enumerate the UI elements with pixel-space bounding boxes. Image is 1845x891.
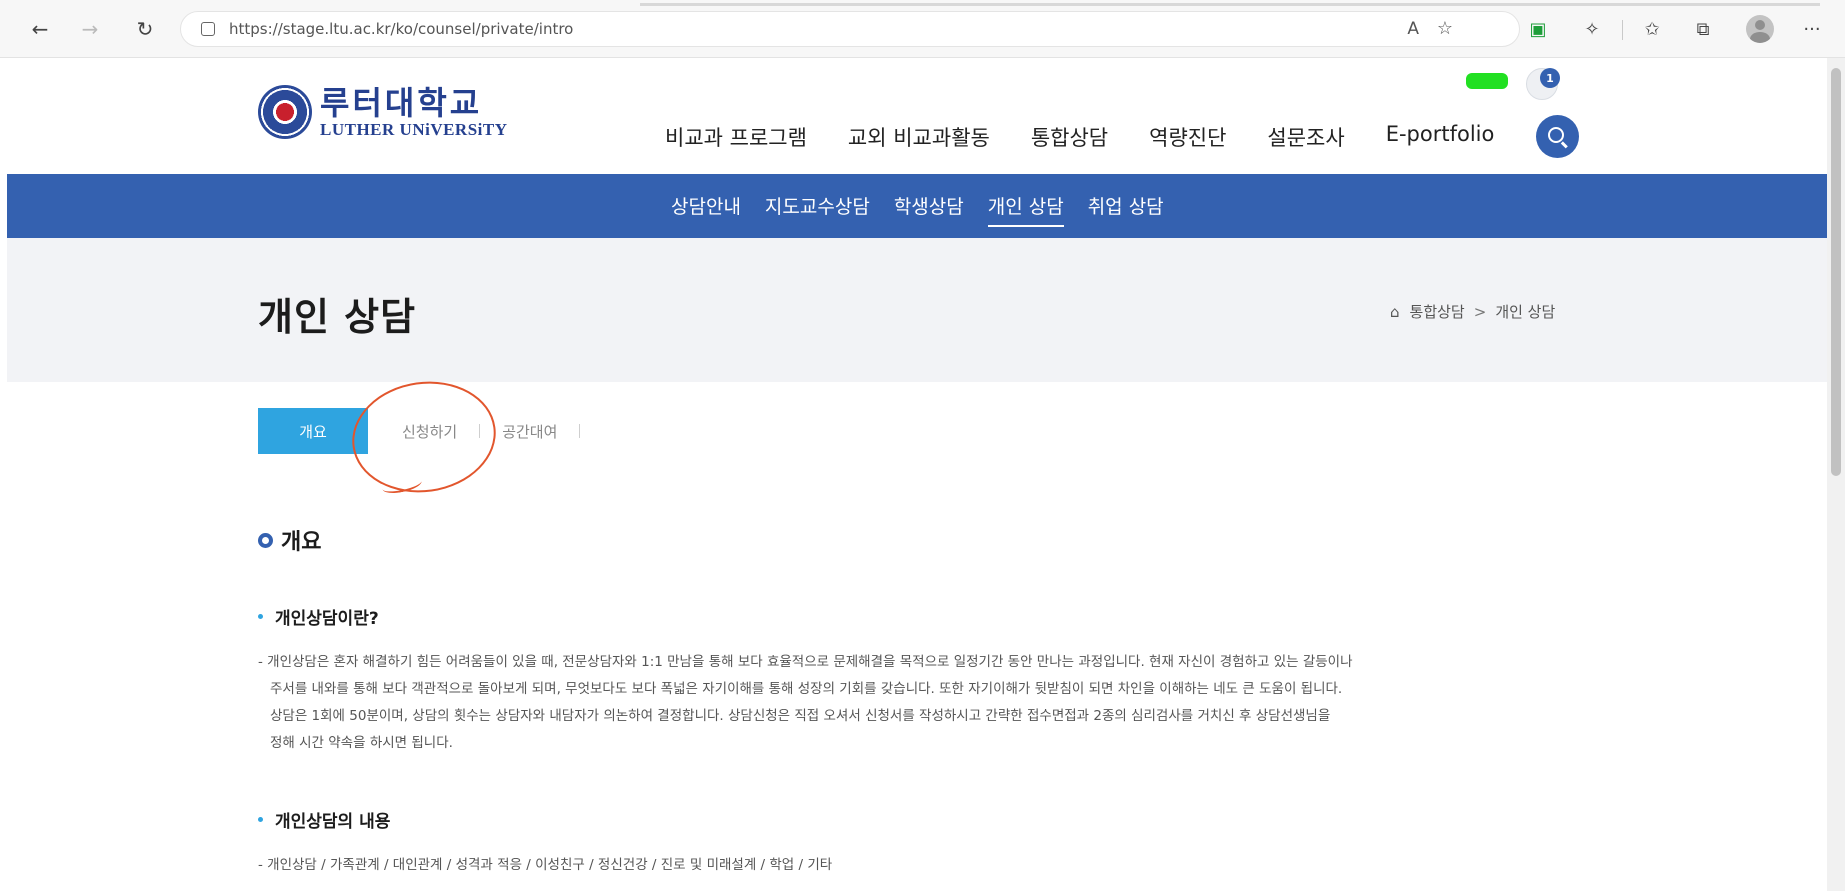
favorites-icon[interactable]: ✩ bbox=[1637, 14, 1667, 44]
gnb-item-counseling[interactable]: 통합상담 bbox=[1031, 122, 1108, 152]
subheading-what-is: 개인상담이란? bbox=[258, 604, 379, 629]
notification-badge[interactable]: 1 bbox=[1540, 68, 1560, 88]
toolbar-divider bbox=[1622, 20, 1623, 40]
paragraph-line: 정해 시간 약속을 하시면 됩니다. bbox=[270, 735, 453, 751]
search-icon bbox=[1548, 127, 1564, 143]
collections-icon[interactable]: ⧉ bbox=[1688, 14, 1718, 44]
back-arrow-icon[interactable]: ← bbox=[24, 13, 56, 45]
paragraph-line: 주서를 내와를 통해 보다 객관적으로 돌아보게 되며, 무엇보다도 보다 폭넓… bbox=[270, 681, 1343, 697]
address-bar[interactable]: https://stage.ltu.ac.kr/ko/counsel/priva… bbox=[180, 11, 1520, 47]
subnav-item-guide[interactable]: 상담안내 bbox=[671, 192, 741, 227]
section-title: 개요 bbox=[258, 524, 321, 556]
site-logo[interactable]: 루터대학교 LUTHER UNiVERSiTY bbox=[258, 85, 508, 139]
breadcrumb-item-personal[interactable]: 개인 상담 bbox=[1495, 301, 1555, 322]
breadcrumb-item-counseling[interactable]: 통합상담 bbox=[1410, 301, 1465, 322]
university-seal-icon bbox=[258, 85, 312, 139]
tab-strip bbox=[640, 3, 1820, 6]
subheading-what-is-text: 개인상담이란? bbox=[275, 609, 379, 629]
breadcrumb: ⌂ 통합상담 > 개인 상담 bbox=[1390, 301, 1555, 322]
page-scrollbar[interactable] bbox=[1827, 58, 1845, 891]
subnav-item-career[interactable]: 취업 상담 bbox=[1088, 192, 1164, 227]
more-icon[interactable]: ··· bbox=[1797, 14, 1827, 44]
subnav-item-student[interactable]: 학생상담 bbox=[894, 192, 964, 227]
annotation-circle-tail bbox=[380, 473, 424, 497]
section-title-text: 개요 bbox=[281, 530, 322, 555]
sub-navigation: 상담안내 지도교수상담 학생상담 개인 상담 취업 상담 bbox=[671, 192, 1188, 227]
bullet-dot-icon bbox=[258, 817, 263, 822]
tab-divider bbox=[579, 424, 581, 438]
gnb-item-survey[interactable]: 설문조사 bbox=[1267, 122, 1344, 152]
sub-navigation-bar: 상담안내 지도교수상담 학생상담 개인 상담 취업 상담 bbox=[7, 174, 1827, 238]
subnav-item-advisor[interactable]: 지도교수상담 bbox=[765, 192, 870, 227]
logo-text: 루터대학교 LUTHER UNiVERSiTY bbox=[320, 87, 508, 138]
gnb-item-eportfolio[interactable]: E-portfolio bbox=[1386, 122, 1495, 152]
address-bar-url[interactable]: https://stage.ltu.ac.kr/ko/counsel/priva… bbox=[229, 20, 573, 38]
extension-icon[interactable]: ▣ bbox=[1523, 14, 1553, 44]
subheading-contents-text: 개인상담의 내용 bbox=[275, 812, 391, 832]
contents-list: - 개인상담 / 가족관계 / 대인관계 / 성격과 적응 / 이성친구 / 정… bbox=[258, 852, 1578, 879]
logo-korean: 루터대학교 bbox=[320, 83, 483, 122]
forward-arrow-icon[interactable]: → bbox=[74, 13, 106, 45]
gnb-item-extracurricular[interactable]: 비교과 프로그램 bbox=[665, 122, 807, 152]
scrollbar-thumb[interactable] bbox=[1831, 68, 1841, 476]
paragraph-line: 상담은 1회에 50분이며, 상담의 횟수는 상담자와 내담자가 의논하여 결정… bbox=[270, 708, 1331, 724]
tab-apply[interactable]: 신청하기 bbox=[380, 408, 479, 454]
highlight-mark bbox=[1466, 73, 1508, 89]
home-icon[interactable]: ⌂ bbox=[1390, 303, 1400, 321]
bullet-dot-icon bbox=[258, 614, 263, 619]
paragraph-line: - 개인상담은 혼자 해결하기 힘든 어려움들이 있을 때, 전문상담자와 1:… bbox=[258, 654, 1353, 670]
description-paragraph: - 개인상담은 혼자 해결하기 힘든 어려움들이 있을 때, 전문상담자와 1:… bbox=[258, 649, 1578, 757]
breadcrumb-separator: > bbox=[1473, 302, 1487, 321]
subnav-item-personal[interactable]: 개인 상담 bbox=[987, 192, 1064, 227]
gnb-item-external-activities[interactable]: 교외 비교과활동 bbox=[848, 122, 990, 152]
content-tabs: 개요 신청하기 공간대여 bbox=[258, 408, 581, 454]
refresh-icon[interactable]: ↻ bbox=[129, 13, 161, 45]
puzzle-icon[interactable]: ✧ bbox=[1577, 14, 1607, 44]
tab-overview[interactable]: 개요 bbox=[258, 408, 368, 454]
tab-space-rental[interactable]: 공간대여 bbox=[480, 408, 579, 454]
main-navigation: 비교과 프로그램 교외 비교과활동 통합상담 역량진단 설문조사 E-portf… bbox=[665, 122, 1535, 152]
lock-icon[interactable] bbox=[201, 22, 215, 36]
gnb-item-competency[interactable]: 역량진단 bbox=[1149, 122, 1226, 152]
read-aloud-icon[interactable]: A bbox=[1407, 19, 1419, 39]
subheading-contents: 개인상담의 내용 bbox=[258, 807, 390, 832]
page-title: 개인 상담 bbox=[258, 295, 417, 339]
search-button[interactable] bbox=[1536, 115, 1579, 158]
profile-icon[interactable] bbox=[1746, 15, 1774, 43]
logo-english: LUTHER UNiVERSiTY bbox=[320, 119, 508, 139]
browser-toolbar: ← → ↻ https://stage.ltu.ac.kr/ko/counsel… bbox=[0, 0, 1845, 58]
add-favorite-icon[interactable]: ☆ bbox=[1437, 18, 1453, 39]
contents-line: - 개인상담 / 가족관계 / 대인관계 / 성격과 적응 / 이성친구 / 정… bbox=[258, 857, 833, 873]
ring-bullet-icon bbox=[258, 532, 273, 548]
